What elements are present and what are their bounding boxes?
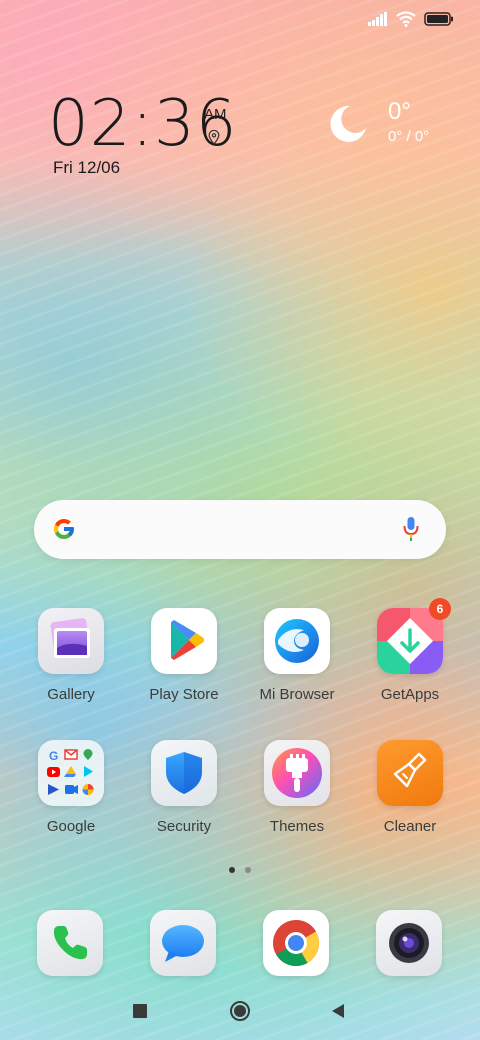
back-triangle-icon[interactable] [331, 1003, 345, 1024]
play-store-icon [151, 608, 217, 674]
status-bar [368, 10, 454, 32]
app-label: Cleaner [383, 818, 437, 835]
themes-brush-icon [264, 740, 330, 806]
gallery-icon [38, 608, 104, 674]
app-label: Gallery [47, 686, 95, 703]
google-search-bar[interactable] [34, 500, 446, 559]
battery-icon [424, 11, 454, 31]
page-dot [245, 867, 251, 873]
app-google-folder[interactable]: G Google [19, 740, 123, 835]
moon-icon [328, 104, 368, 149]
weather-temperature: 0° [388, 98, 411, 125]
page-dot-active [229, 867, 235, 873]
app-label: Themes [269, 818, 325, 835]
dock-camera[interactable] [376, 910, 442, 976]
app-label: Play Store [149, 686, 219, 703]
wifi-icon [396, 10, 416, 32]
clock-widget[interactable]: 02:36 AM Fri 12/06 [48, 92, 237, 178]
app-label: Mi Browser [259, 686, 335, 703]
microphone-icon[interactable] [403, 516, 419, 547]
messages-icon [150, 925, 216, 976]
app-label: Google [46, 818, 96, 835]
recents-square-icon[interactable] [132, 1003, 148, 1024]
dock-chrome[interactable] [263, 910, 329, 976]
chrome-icon [263, 920, 329, 976]
navigation-bar [0, 990, 480, 1034]
location-pin-icon [208, 129, 220, 150]
dock-messages[interactable] [150, 910, 216, 976]
google-folder-icon: G [38, 740, 104, 806]
app-gallery[interactable]: Gallery [19, 608, 123, 703]
svg-text:G: G [49, 749, 58, 763]
dock-phone[interactable] [37, 910, 103, 976]
app-play-store[interactable]: Play Store [132, 608, 236, 703]
app-label: Security [156, 818, 212, 835]
page-indicator [229, 867, 251, 873]
signal-icon [368, 11, 388, 31]
app-themes[interactable]: Themes [245, 740, 349, 835]
app-mi-browser[interactable]: Mi Browser [245, 608, 349, 703]
cleaner-broom-icon [377, 740, 443, 806]
clock-date: Fri 12/06 [53, 158, 121, 177]
phone-icon [37, 926, 103, 976]
notification-badge: 6 [429, 598, 451, 620]
weather-range: 0° / 0° [388, 128, 430, 145]
camera-icon [376, 923, 442, 976]
app-getapps[interactable]: 6 GetApps [358, 598, 462, 703]
security-shield-icon [151, 740, 217, 806]
app-cleaner[interactable]: Cleaner [358, 740, 462, 835]
clock-ampm: AM [204, 106, 227, 123]
google-g-icon [52, 517, 76, 546]
mi-browser-icon [264, 608, 330, 674]
app-security[interactable]: Security [132, 740, 236, 835]
home-circle-icon[interactable] [229, 1000, 251, 1027]
app-label: GetApps [380, 686, 440, 703]
